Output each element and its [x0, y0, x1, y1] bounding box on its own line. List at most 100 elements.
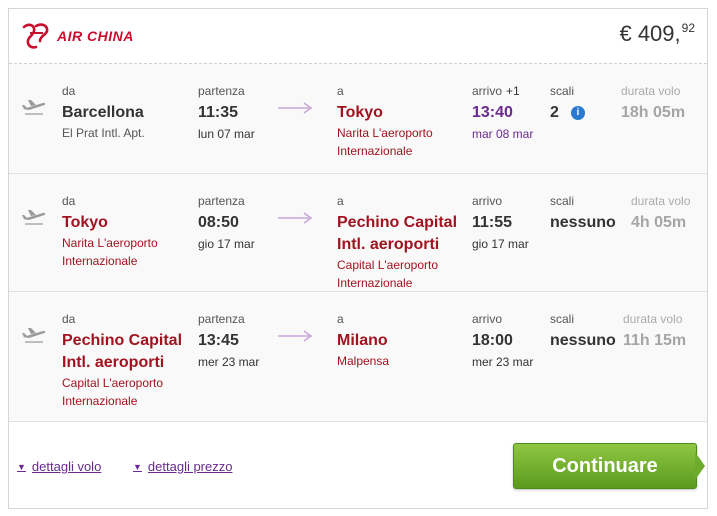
duration-label: durata volo [623, 312, 683, 326]
destination: a Pechino Capital Intl. aeroporti Capita… [337, 194, 457, 292]
flight-legs: da Barcellona El Prat Intl. Apt. partenz… [9, 63, 707, 422]
destination-city: Tokyo [337, 104, 383, 121]
stops: scali nessuno [550, 194, 616, 234]
destination-city: Milano [337, 332, 388, 349]
stops: scali 2i [550, 84, 585, 124]
card-footer: ▼ dettagli volo ▼ dettagli prezzo Contin… [9, 433, 707, 509]
origin-city: Tokyo [62, 214, 108, 231]
departure-time: 08:50 [198, 214, 239, 231]
origin-city: Barcellona [62, 104, 144, 121]
arrival-label: arrivo [472, 312, 503, 326]
price-cents: 92 [681, 21, 695, 35]
stops-label: scali [550, 194, 575, 208]
duration-value: 4h 05m [631, 214, 687, 231]
stops-label: scali [550, 312, 575, 326]
to-label: a [337, 84, 344, 98]
stops-label: scali [550, 84, 575, 98]
stops-value: 2i [550, 102, 585, 124]
flight-leg: da Tokyo Narita L'aeroporto Internaziona… [9, 174, 707, 292]
price-details-label[interactable]: dettagli prezzo [148, 459, 233, 474]
departure-label: partenza [198, 312, 245, 326]
departure-date: gio 17 mar [198, 237, 255, 251]
arrival-time: 11:55 [472, 214, 513, 231]
arrival-label-text: arrivo [472, 84, 503, 98]
flight-details-label[interactable]: dettagli volo [32, 459, 101, 474]
arrival-label: arrivo +1 [472, 84, 533, 98]
departure: partenza 08:50 gio 17 mar [198, 194, 255, 252]
duration: durata volo 4h 05m [631, 194, 690, 234]
departure-date: mer 23 mar [198, 355, 260, 369]
origin-airport: Narita L'aeroporto [62, 236, 158, 250]
arrow-right-icon [278, 212, 313, 224]
stops-value: nessuno [550, 332, 616, 349]
duration: durata volo 11h 15m [623, 312, 686, 352]
caret-down-icon: ▼ [133, 461, 142, 472]
from-label: da [62, 84, 76, 98]
destination-airport: Narita L'aeroporto [337, 126, 433, 140]
from-label: da [62, 194, 76, 208]
origin-airport: Capital L'aeroporto [62, 376, 164, 390]
flight-leg: da Pechino Capital Intl. aeroporti Capit… [9, 292, 707, 422]
arrival-date: gio 17 mar [472, 237, 529, 251]
continue-button[interactable]: Continuare [513, 443, 697, 489]
arrival-date: mer 23 mar [472, 355, 534, 369]
departure: partenza 13:45 mer 23 mar [198, 312, 259, 370]
arrow-right-icon [278, 102, 313, 114]
price-details-link[interactable]: ▼ dettagli prezzo [133, 459, 232, 474]
flight-summary-card: AIR CHINA € 409,92 da Barcellona El Prat… [8, 8, 708, 509]
airline-logo: AIR CHINA [21, 23, 134, 49]
arrival-time: 18:00 [472, 332, 513, 349]
info-icon[interactable]: i [570, 106, 585, 120]
air-china-phoenix-logo-icon [22, 23, 49, 49]
destination-airport: Malpensa [337, 354, 390, 368]
duration: durata volo 18h 05m [621, 84, 685, 124]
continue-button-arrow[interactable] [695, 452, 705, 480]
arrival: arrivo 18:00 mer 23 mar [472, 312, 533, 370]
plane-takeoff-icon [22, 210, 46, 225]
airline-name: AIR CHINA [57, 28, 134, 44]
duration-label: durata volo [621, 84, 681, 98]
departure-label: partenza [198, 194, 245, 208]
arrival-time: 13:40 [472, 104, 513, 121]
departure-time: 11:35 [198, 104, 239, 121]
card-header: AIR CHINA € 409,92 [9, 9, 707, 63]
flight-details-link[interactable]: ▼ dettagli volo [17, 459, 101, 474]
origin-city-line2: Intl. aeroporti [62, 354, 165, 371]
departure-date: lun 07 mar [198, 127, 255, 141]
stops-value: nessuno [550, 214, 616, 231]
to-label: a [337, 312, 344, 326]
to-label: a [337, 194, 344, 208]
origin-city: Pechino Capital [62, 332, 183, 349]
origin-airport-line2: Internazionale [62, 254, 138, 268]
duration-label: durata volo [631, 194, 691, 208]
departure-label: partenza [198, 84, 245, 98]
duration-value: 18h 05m [621, 104, 686, 121]
plane-takeoff-icon [22, 328, 46, 343]
origin: da Barcellona El Prat Intl. Apt. [62, 84, 145, 142]
flight-leg: da Barcellona El Prat Intl. Apt. partenz… [9, 64, 707, 174]
arrival-day-offset: +1 [506, 84, 520, 98]
price-currency: € [619, 21, 632, 46]
destination: a Tokyo Narita L'aeroporto Internazional… [337, 84, 433, 160]
price-whole: 409, [637, 21, 681, 46]
destination-city-line2: Intl. aeroporti [337, 236, 440, 253]
destination: a Milano Malpensa [337, 312, 389, 370]
departure-time: 13:45 [198, 332, 239, 349]
origin-airport-line2: Internazionale [62, 394, 138, 408]
caret-down-icon: ▼ [17, 461, 26, 472]
destination-city: Pechino Capital [337, 214, 458, 231]
arrival: arrivo 11:55 gio 17 mar [472, 194, 529, 252]
destination-airport-line2: Internazionale [337, 276, 413, 290]
stops-count: 2 [550, 104, 559, 121]
origin: da Tokyo Narita L'aeroporto Internaziona… [62, 194, 158, 270]
origin-airport: El Prat Intl. Apt. [62, 126, 145, 140]
arrow-right-icon [278, 330, 313, 342]
departure: partenza 11:35 lun 07 mar [198, 84, 255, 142]
destination-airport: Capital L'aeroporto [337, 258, 439, 272]
arrival-date: mar 08 mar [472, 127, 534, 141]
arrival-label: arrivo [472, 194, 503, 208]
total-price: € 409,92 [619, 21, 695, 47]
origin: da Pechino Capital Intl. aeroporti Capit… [62, 312, 182, 410]
from-label: da [62, 312, 76, 326]
destination-airport-line2: Internazionale [337, 144, 413, 158]
